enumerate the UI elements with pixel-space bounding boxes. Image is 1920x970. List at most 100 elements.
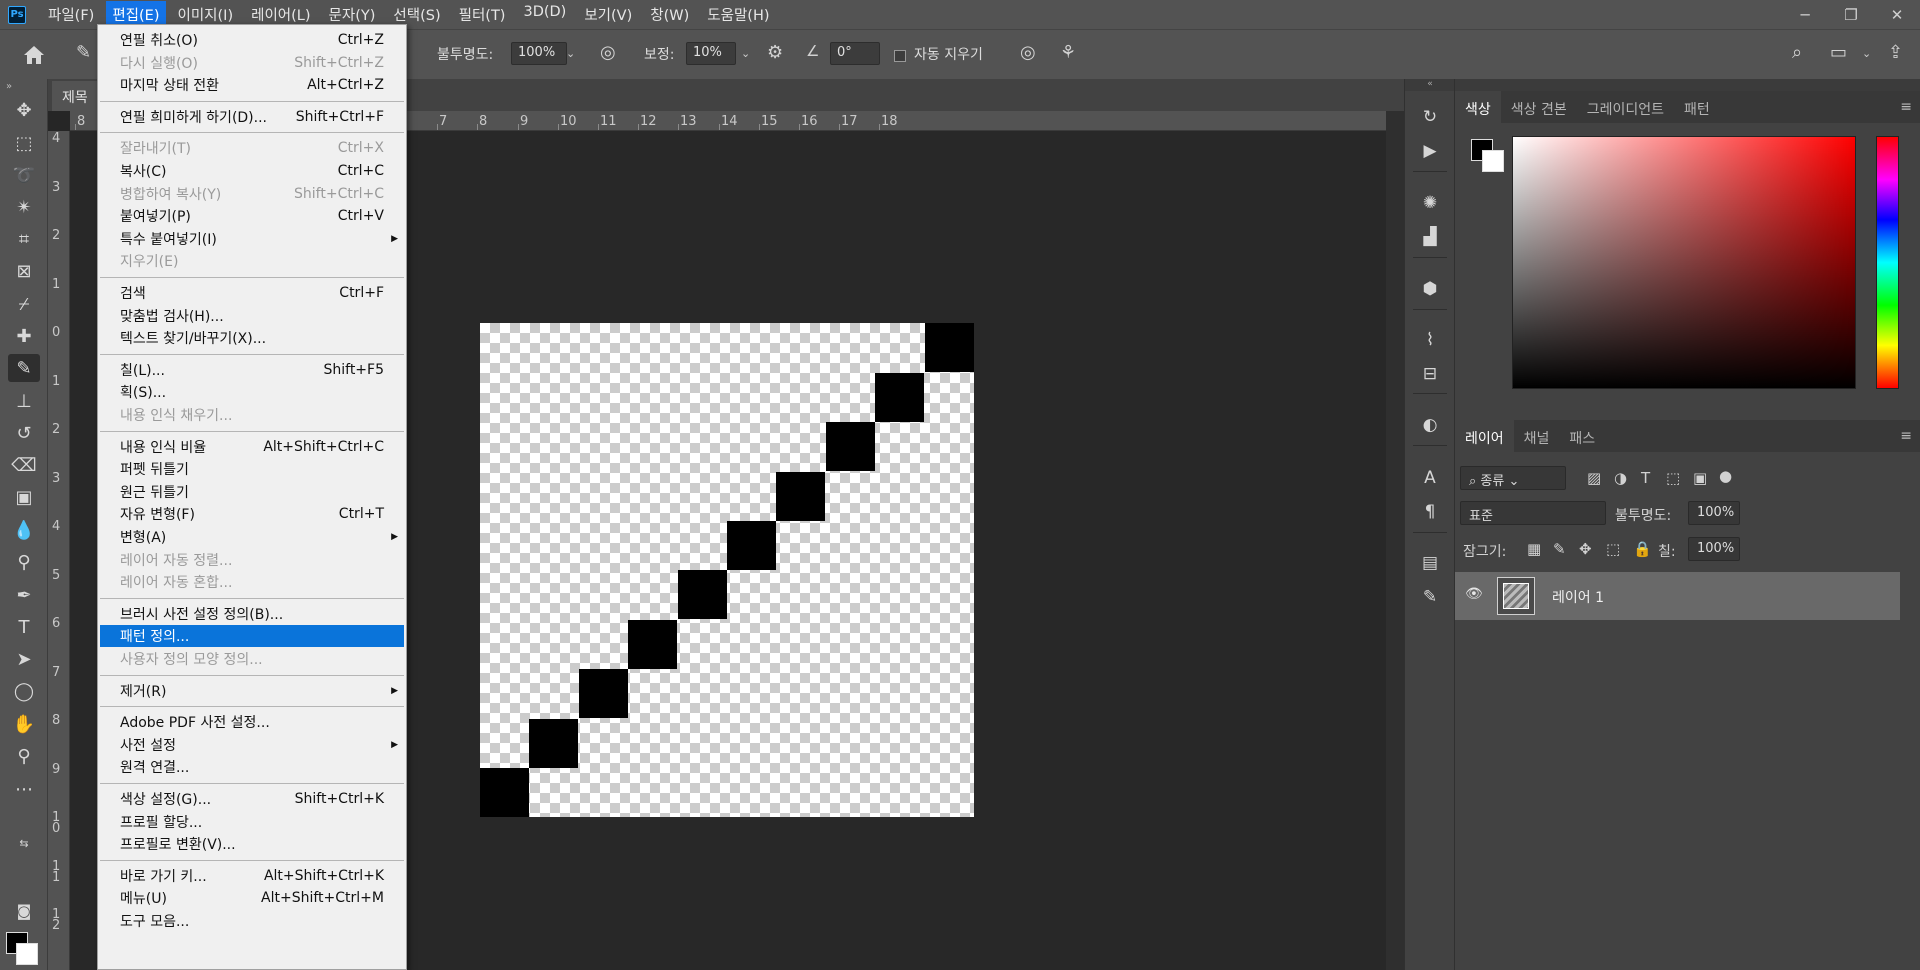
hue-slider[interactable] [1876, 136, 1899, 389]
pencil-tool-icon[interactable]: ✎ [8, 354, 40, 382]
edit-menu-item[interactable]: 바로 가기 키... Alt+Shift+Ctrl+K [100, 865, 404, 887]
path-selection-tool-icon[interactable]: ➤ [8, 645, 40, 673]
fill-input[interactable]: 100% [1688, 537, 1740, 561]
color-bg-swatch[interactable] [1482, 150, 1504, 172]
panel-tab[interactable]: 패스 [1559, 420, 1605, 452]
edit-menu-item[interactable]: 퍼펫 뒤틀기 [100, 458, 404, 480]
smart-object-filter-icon[interactable]: ▣ [1693, 469, 1707, 487]
history-brush-tool-icon[interactable]: ↺ [8, 419, 40, 447]
angle-input[interactable]: 0° [830, 42, 880, 65]
gradient-tool-icon[interactable]: ▣ [8, 483, 40, 511]
history-panel-icon[interactable]: ↻ [1416, 104, 1444, 130]
lock-transparency-icon[interactable]: ▦ [1527, 540, 1541, 558]
edit-menu-item[interactable]: Adobe PDF 사전 설정... [100, 711, 404, 733]
more-tools-icon[interactable]: ⋯ [8, 775, 40, 803]
edit-menu-item[interactable]: 텍스트 찾기/바꾸기(X)... [100, 327, 404, 349]
layer-row[interactable]: 👁 레이어 1 [1455, 572, 1900, 620]
character-panel-icon[interactable]: A [1416, 465, 1444, 491]
actions-play-icon[interactable]: ▶ [1416, 138, 1444, 164]
properties-icon[interactable]: ▤ [1416, 550, 1444, 576]
clone-source-icon[interactable]: ◐ [1416, 412, 1444, 438]
edit-menu-item[interactable]: 패턴 정의... [100, 625, 404, 648]
visibility-eye-icon[interactable]: 👁 [1465, 586, 1483, 602]
layer-filter-select[interactable]: ⌕ 종류 ⌄ [1460, 466, 1566, 490]
document-canvas[interactable] [480, 323, 974, 817]
adjustment-filter-icon[interactable]: ◑ [1614, 469, 1627, 487]
stamp-tool-icon[interactable]: ⊥ [8, 387, 40, 415]
restore-button[interactable]: ❐ [1828, 0, 1874, 29]
menu-item[interactable]: 보기(V) [578, 1, 638, 28]
pressure-opacity-icon[interactable]: ◎ [600, 42, 616, 63]
lock-pixels-icon[interactable]: ✎ [1553, 540, 1566, 558]
minimize-button[interactable]: ─ [1782, 0, 1828, 29]
edit-menu-item[interactable]: 원근 뒤틀기 [100, 481, 404, 503]
color-field[interactable] [1512, 136, 1856, 389]
panel-tab[interactable]: 그레이디언트 [1577, 91, 1674, 123]
frame-tool-icon[interactable]: ⊠ [8, 257, 40, 285]
panel-tab[interactable]: 색상 [1455, 91, 1501, 123]
healing-brush-tool-icon[interactable]: ✚ [8, 322, 40, 350]
lock-all-icon[interactable]: 🔒 [1633, 540, 1652, 558]
collapse-icon[interactable]: « [1405, 79, 1455, 91]
lock-position-icon[interactable]: ✥ [1579, 540, 1592, 558]
lasso-tool-icon[interactable]: ➰ [8, 161, 40, 189]
edit-menu-item[interactable]: 브러시 사전 설정 정의(B)... [100, 603, 404, 625]
edit-menu-item[interactable]: 변형(A) ▶ [100, 526, 404, 548]
pen-tool-icon[interactable]: ✒ [8, 581, 40, 609]
edit-menu-item[interactable]: 획(S)... [100, 381, 404, 403]
quick-mask-icon[interactable]: ◙ [8, 897, 40, 925]
edit-menu-item[interactable]: 내용 인식 비율 Alt+Shift+Ctrl+C [100, 436, 404, 458]
crop-tool-icon[interactable]: ⌗ [8, 225, 40, 253]
edit-menu-item[interactable]: 자유 변형(F) Ctrl+T [100, 503, 404, 525]
symmetry-icon[interactable]: ⚘ [1060, 42, 1076, 63]
histogram-icon[interactable]: ▟ [1416, 224, 1444, 250]
edit-menu-item[interactable]: 칠(L)... Shift+F5 [100, 359, 404, 381]
layer-name[interactable]: 레이어 1 [1552, 587, 1604, 607]
share-icon[interactable]: ⇪ [1888, 42, 1903, 63]
workspace-icon[interactable]: ▭ [1830, 42, 1847, 63]
marquee-tool-icon[interactable]: ⬚ [8, 129, 40, 157]
smoothing-input[interactable]: 10% [686, 42, 736, 65]
panel-tab[interactable]: 색상 견본 [1501, 91, 1577, 123]
edit-menu-item[interactable]: 프로필 할당... [100, 811, 404, 833]
shape-filter-icon[interactable]: ⬚ [1666, 469, 1680, 487]
type-tool-icon[interactable]: T [8, 613, 40, 641]
background-color-swatch[interactable] [16, 943, 38, 965]
blend-mode-select[interactable]: 표준 [1460, 501, 1606, 525]
panel-tab[interactable]: 채널 [1514, 420, 1560, 452]
zoom-tool-icon[interactable]: ⚲ [8, 742, 40, 770]
home-icon[interactable] [22, 44, 46, 66]
menu-item[interactable]: 도움말(H) [701, 1, 775, 28]
opacity-input[interactable]: 100% [511, 42, 567, 65]
magic-wand-tool-icon[interactable]: ✴ [8, 193, 40, 221]
edit-menu-item[interactable]: 붙여넣기(P) Ctrl+V [100, 205, 404, 227]
move-tool-icon[interactable]: ✥ [8, 96, 40, 124]
edit-menu-item[interactable]: 연필 희미하게 하기(D)... Shift+Ctrl+F [100, 106, 404, 128]
panel-menu-icon[interactable]: ≡ [1900, 428, 1912, 444]
blur-tool-icon[interactable]: 💧 [8, 516, 40, 544]
pencil-preset-icon[interactable]: ✎ [76, 42, 91, 63]
edit-menu-item[interactable]: 마지막 상태 전환 Alt+Ctrl+Z [100, 74, 404, 96]
vertical-scrollbar[interactable] [1386, 111, 1404, 970]
document-tab[interactable]: 제목 [52, 81, 98, 111]
adjustments-icon[interactable]: ✺ [1416, 190, 1444, 216]
edit-menu-item[interactable]: 제거(R) ▶ [100, 680, 404, 702]
ellipse-tool-icon[interactable]: ◯ [8, 677, 40, 705]
edit-menu-item[interactable]: 색상 설정(G)... Shift+Ctrl+K [100, 788, 404, 810]
menu-item[interactable]: 파일(F) [42, 1, 100, 28]
edit-menu-item[interactable]: 원격 연결... [100, 756, 404, 778]
edit-menu-item[interactable]: 메뉴(U) Alt+Shift+Ctrl+M [100, 887, 404, 909]
edit-menu-item[interactable]: 복사(C) Ctrl+C [100, 160, 404, 182]
edit-menu-item[interactable]: 검색 Ctrl+F [100, 282, 404, 304]
eraser-tool-icon[interactable]: ⌫ [8, 451, 40, 479]
auto-erase-checkbox[interactable] [894, 50, 906, 62]
chevron-down-icon[interactable]: ⌄ [1862, 47, 1871, 60]
edit-menu-item[interactable]: 특수 붙여넣기(I) ▶ [100, 228, 404, 250]
menu-item[interactable]: 3D(D) [517, 1, 572, 28]
collapse-icon[interactable]: » [6, 81, 12, 92]
dodge-tool-icon[interactable]: ⚲ [8, 548, 40, 576]
layer-opacity-input[interactable]: 100% [1688, 501, 1740, 525]
type-filter-icon[interactable]: T [1641, 469, 1650, 487]
gear-icon[interactable]: ⚙ [767, 42, 783, 63]
brushes-icon[interactable]: ⊟ [1416, 361, 1444, 387]
